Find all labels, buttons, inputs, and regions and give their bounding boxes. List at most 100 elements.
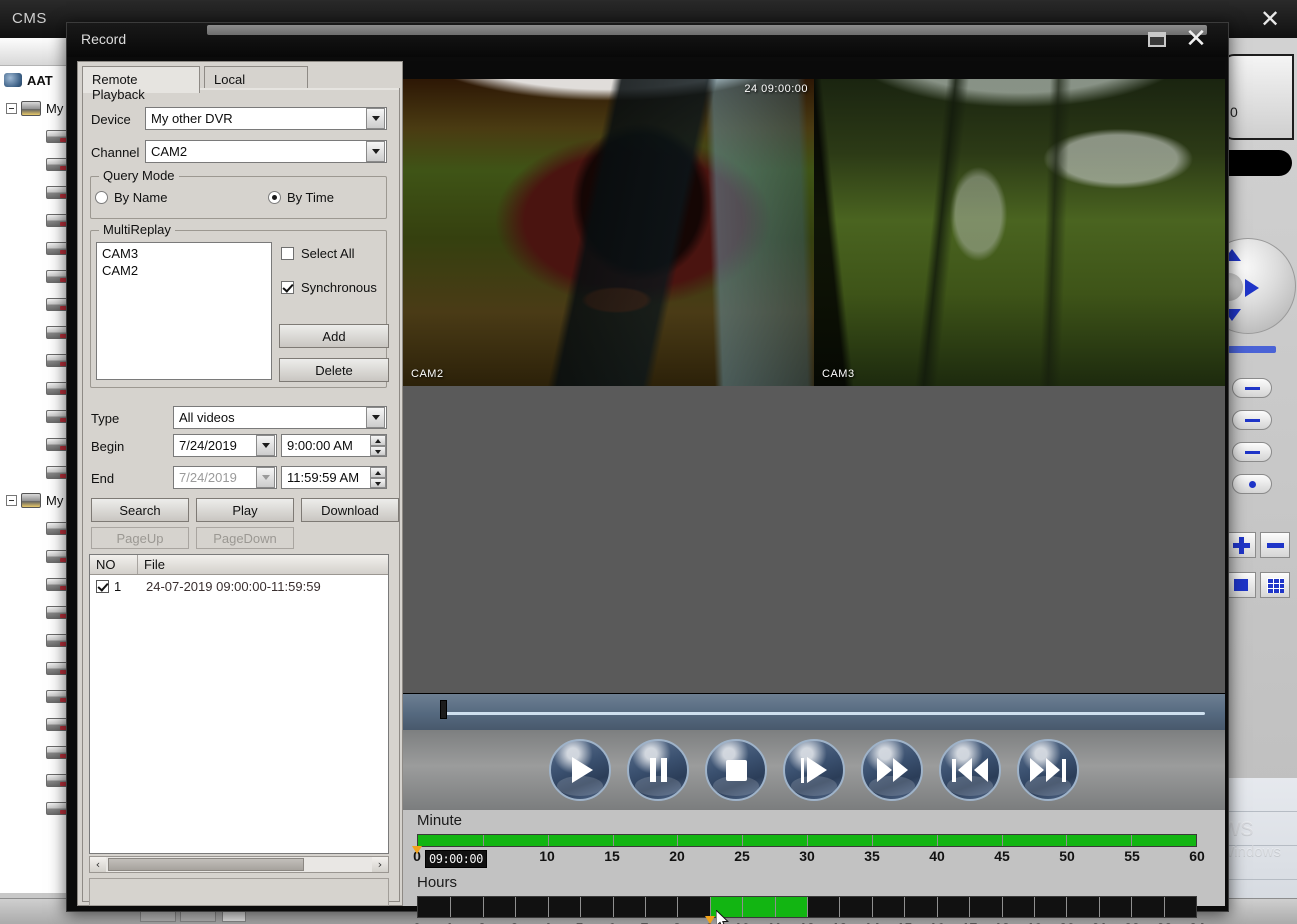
scroll-left-icon[interactable]: ‹	[90, 857, 106, 872]
chevron-down-icon[interactable]	[366, 407, 385, 428]
select-all-checkbox[interactable]: Select All	[281, 246, 354, 261]
scroll-right-icon[interactable]: ›	[372, 857, 388, 872]
tree-item-camera-25[interactable]	[0, 766, 71, 794]
tree-item-camera-2[interactable]	[0, 122, 71, 150]
chevron-down-icon[interactable]	[366, 141, 385, 162]
device-tree-list[interactable]: AAT My My	[0, 66, 71, 822]
record-close-icon[interactable]: ✕	[1182, 26, 1210, 53]
pause-button[interactable]	[627, 739, 689, 801]
record-drag-handle[interactable]	[207, 25, 1207, 35]
tree-item-camera-3[interactable]	[0, 150, 71, 178]
radio-by-time[interactable]: By Time	[268, 190, 334, 205]
ptz-joystick[interactable]	[1200, 238, 1296, 358]
fast-forward-button[interactable]	[861, 739, 923, 801]
tree-item-group-15[interactable]: My	[0, 486, 71, 514]
tree-item-camera-14[interactable]	[0, 458, 71, 486]
record-titlebar[interactable]: Record ✕	[67, 23, 1228, 57]
type-select[interactable]: All videos	[173, 406, 387, 429]
tree-item-camera-11[interactable]	[0, 374, 71, 402]
ptz-speed-slider[interactable]	[1228, 346, 1276, 353]
tree-item-camera-7[interactable]	[0, 262, 71, 290]
video-pane-4[interactable]	[814, 386, 1225, 693]
tree-item-camera-10[interactable]	[0, 346, 71, 374]
tree-item-camera-13[interactable]	[0, 430, 71, 458]
chevron-down-icon[interactable]	[256, 467, 275, 488]
minute-timeline-bar[interactable]	[417, 834, 1197, 847]
end-date-picker[interactable]: 7/24/2019	[173, 466, 277, 489]
channel-select[interactable]: CAM2	[145, 140, 387, 163]
pageup-button[interactable]: PageUp	[91, 527, 189, 549]
tree-item-group-1[interactable]: My	[0, 94, 71, 122]
ptz-fullscreen-button[interactable]	[1226, 572, 1256, 598]
play-button[interactable]	[549, 739, 611, 801]
device-select[interactable]: My other DVR	[145, 107, 387, 130]
tree-item-camera-8[interactable]	[0, 290, 71, 318]
begin-time-stepper[interactable]: 9:00:00 AM	[281, 434, 387, 457]
hours-timeline-bar[interactable]	[417, 896, 1197, 918]
video-pane-1[interactable]: 24 09:00:00 CAM2	[403, 79, 814, 386]
chevron-down-icon[interactable]	[366, 108, 385, 129]
tree-item-camera-26[interactable]	[0, 794, 71, 822]
end-time-stepper[interactable]: 11:59:59 AM	[281, 466, 387, 489]
tree-item-camera-21[interactable]	[0, 654, 71, 682]
tree-item-camera-19[interactable]	[0, 598, 71, 626]
file-list-table[interactable]: NO File 1 24-07-2019 09:00:00-11:59:59	[89, 554, 389, 854]
multireplay-list[interactable]: CAM3 CAM2	[96, 242, 272, 380]
chevron-down-icon[interactable]	[256, 435, 275, 456]
tree-item-camera-18[interactable]	[0, 570, 71, 598]
record-restore-icon[interactable]	[1148, 32, 1166, 47]
play-button[interactable]: Play	[196, 498, 294, 522]
device-tree-panel[interactable]: AAT My My	[0, 38, 72, 893]
next-button[interactable]	[1017, 739, 1079, 801]
ptz-add-button[interactable]	[1226, 532, 1256, 558]
scroll-thumb[interactable]	[108, 858, 304, 871]
spinner-icon[interactable]	[370, 467, 386, 488]
playback-seekbar[interactable]	[403, 694, 1225, 730]
file-row-checkbox[interactable]: 1	[90, 579, 138, 594]
ptz-remove-button[interactable]	[1260, 532, 1290, 558]
previous-button[interactable]	[939, 739, 1001, 801]
tree-item-camera-6[interactable]	[0, 234, 71, 262]
tree-item-camera-22[interactable]	[0, 682, 71, 710]
ptz-grid-layout-button[interactable]	[1260, 572, 1290, 598]
radio-by-name[interactable]: By Name	[95, 190, 167, 205]
seekbar-track[interactable]	[443, 712, 1205, 715]
ptz-zoom-out-button[interactable]	[1232, 378, 1272, 398]
ptz-focus-near-button[interactable]	[1232, 410, 1272, 430]
transport-controls[interactable]	[403, 730, 1225, 810]
search-button[interactable]: Search	[91, 498, 189, 522]
tree-item-camera-23[interactable]	[0, 710, 71, 738]
pagedown-button[interactable]: PageDown	[196, 527, 294, 549]
tree-item-camera-4[interactable]	[0, 178, 71, 206]
add-button[interactable]: Add	[279, 324, 389, 348]
tree-item-camera-12[interactable]	[0, 402, 71, 430]
spinner-icon[interactable]	[370, 435, 386, 456]
tree-item-camera-16[interactable]	[0, 514, 71, 542]
tree-item-camera-24[interactable]	[0, 738, 71, 766]
tree-item-camera-5[interactable]	[0, 206, 71, 234]
seekbar-thumb[interactable]	[440, 700, 447, 719]
tree-item-camera-20[interactable]	[0, 626, 71, 654]
begin-date-picker[interactable]: 7/24/2019	[173, 434, 277, 457]
file-list-hscrollbar[interactable]: ‹ ›	[89, 856, 389, 873]
table-row[interactable]: 1 24-07-2019 09:00:00-11:59:59	[90, 575, 388, 597]
video-pane-3[interactable]	[403, 386, 814, 693]
tree-item-camera-9[interactable]	[0, 318, 71, 346]
list-item[interactable]: CAM2	[97, 262, 271, 279]
expander-icon[interactable]	[6, 494, 17, 506]
ptz-right-icon[interactable]	[1245, 279, 1259, 297]
delete-button[interactable]: Delete	[279, 358, 389, 382]
synchronous-checkbox[interactable]: Synchronous	[281, 280, 377, 295]
expander-icon[interactable]	[6, 102, 17, 114]
video-pane-2[interactable]: CAM3	[814, 79, 1225, 386]
stop-button[interactable]	[705, 739, 767, 801]
tab-remote-playback[interactable]: Remote Playback	[82, 66, 200, 102]
ptz-preset-button[interactable]	[1232, 474, 1272, 494]
frame-step-button[interactable]	[783, 739, 845, 801]
ptz-iris-close-button[interactable]	[1232, 442, 1272, 462]
video-wall[interactable]: 24 09:00:00 CAM2 CAM3	[403, 79, 1225, 694]
download-button[interactable]: Download	[301, 498, 399, 522]
tree-item-root-0[interactable]: AAT	[0, 66, 71, 94]
tree-item-camera-17[interactable]	[0, 542, 71, 570]
list-item[interactable]: CAM3	[97, 245, 271, 262]
